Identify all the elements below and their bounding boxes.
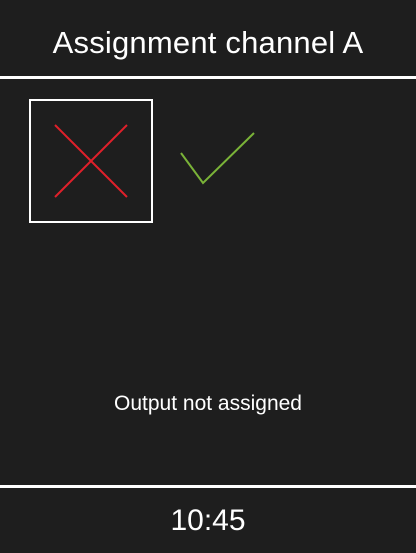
device-screen: Assignment channel A Output not assigned… xyxy=(0,0,416,553)
option-not-assigned[interactable] xyxy=(29,99,153,223)
screen-title: Assignment channel A xyxy=(52,25,364,60)
clock-time: 10:45 xyxy=(170,504,246,537)
footer-divider xyxy=(0,485,416,488)
header-divider xyxy=(0,76,416,79)
checkmark-icon xyxy=(180,132,255,185)
status-text: Output not assigned xyxy=(114,392,302,415)
option-assigned[interactable] xyxy=(178,128,258,188)
cross-icon xyxy=(54,124,128,198)
